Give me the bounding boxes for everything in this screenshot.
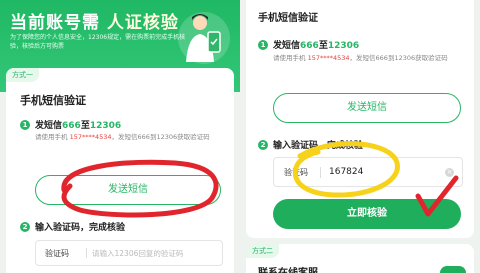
left-screen: 当前账号需 人证核验 为了保障您的个人信息安全，12306规定，需在购票前完成手… xyxy=(0,0,240,273)
step1-label-prefix-right: 发短信 xyxy=(273,41,301,51)
contact-support-card: 方式二 联系在线客服 xyxy=(246,244,474,273)
step1-desc-suffix: ，发短信666到12306获取验证码 xyxy=(111,133,210,141)
step1-label-mid-right: 至 xyxy=(318,41,328,51)
step1-desc-suffix-right: ，发短信666到12306获取验证码 xyxy=(349,54,448,62)
method-tag: 方式一 xyxy=(6,68,39,82)
hero-title: 当前账号需 人证核验 xyxy=(10,8,179,33)
step1-phone-right: 157****4534 xyxy=(307,54,350,62)
step2-number-right: 2 xyxy=(258,139,268,150)
step2-header: 2 输入验证码，完成核验 xyxy=(20,220,125,233)
step1-desc-prefix-right: 请使用手机 xyxy=(273,54,308,62)
step1-number: 1 xyxy=(20,119,30,130)
method2-tag: 方式二 xyxy=(246,244,279,258)
step2-label: 输入验证码，完成核验 xyxy=(35,223,126,233)
send-sms-button[interactable]: 发送短信 xyxy=(35,175,221,205)
sms-verify-card-right: 手机短信验证 1 发短信666至12306 请使用手机 157****4534，… xyxy=(246,0,474,238)
code-input-label: 验证码 xyxy=(45,248,69,258)
code-input-placeholder: 请输入12306回复的验证码 xyxy=(92,248,184,258)
step1-sms-code-right: 666 xyxy=(300,41,319,51)
step1-phone: 157****4534 xyxy=(69,133,112,141)
hero-title-prefix: 当前账号需 xyxy=(10,13,100,33)
right-screen: 手机短信验证 1 发短信666至12306 请使用手机 157****4534，… xyxy=(240,0,480,273)
step2-number: 2 xyxy=(20,221,30,232)
clear-icon[interactable]: × xyxy=(445,167,454,177)
step1-number-right: 1 xyxy=(258,39,268,50)
contact-support-title: 联系在线客服 xyxy=(258,264,318,273)
step1-label: 发短信666至12306 xyxy=(35,118,121,131)
person-phone-illustration xyxy=(178,12,230,64)
input-divider xyxy=(86,248,87,258)
send-sms-button-right[interactable]: 发送短信 xyxy=(273,93,461,123)
verify-now-button[interactable]: 立即核验 xyxy=(273,199,461,229)
step1-description-right: 请使用手机 157****4534，发短信666到12306获取验证码 xyxy=(273,53,463,63)
step2-label-right: 输入验证码，完成核验 xyxy=(273,141,364,151)
step1-label-mid: 至 xyxy=(80,121,90,131)
step1-label-right: 发短信666至12306 xyxy=(273,38,359,51)
step1-sms-code: 666 xyxy=(62,121,81,131)
hero-title-highlight: 人证核验 xyxy=(106,13,179,33)
step1-header: 1 发短信666至12306 xyxy=(20,118,121,131)
step1-target-number-right: 12306 xyxy=(327,41,360,51)
code-input-field[interactable]: 验证码 请输入12306回复的验证码 xyxy=(35,240,223,266)
code-input-value: 167824 xyxy=(329,167,364,177)
code-input-field-right[interactable]: 验证码 167824 × xyxy=(273,157,463,187)
hero-description: 为了保障您的个人信息安全，12306规定，需在购票前完成手机核验，核验后方可购票 xyxy=(10,34,186,50)
step1-desc-prefix: 请使用手机 xyxy=(35,133,70,141)
step1-header-right: 1 发短信666至12306 xyxy=(258,38,359,51)
code-input-label-right: 验证码 xyxy=(284,167,308,177)
step1-target-number: 12306 xyxy=(89,121,122,131)
card-title-right: 手机短信验证 xyxy=(258,13,318,24)
step2-header-right: 2 输入验证码，完成核验 xyxy=(258,138,363,151)
card-title: 手机短信验证 xyxy=(20,94,86,107)
step1-description: 请使用手机 157****4534，发短信666到12306获取验证码 xyxy=(35,132,220,142)
step1-label-prefix: 发短信 xyxy=(35,121,63,131)
sms-verify-card: 方式一 手机短信验证 1 发短信666至12306 请使用手机 157****4… xyxy=(6,68,234,273)
support-action-chip[interactable] xyxy=(440,266,466,273)
input-divider-right xyxy=(320,166,321,178)
